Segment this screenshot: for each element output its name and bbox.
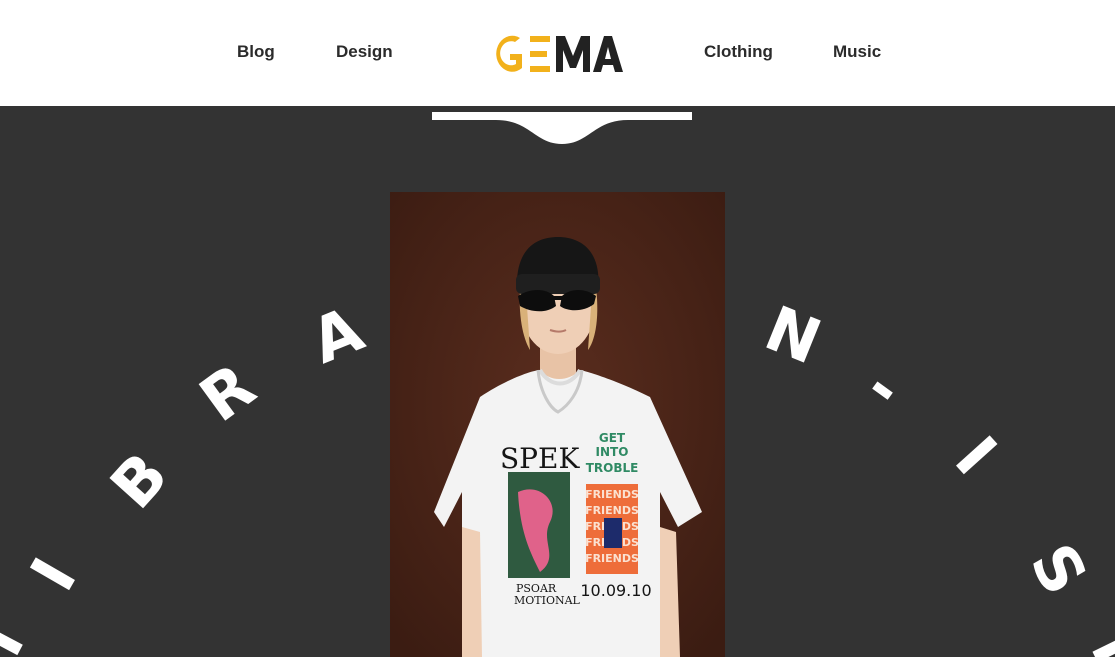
svg-text:FRIENDS: FRIENDS [585,488,639,501]
svg-text:10.09.10: 10.09.10 [580,581,651,600]
logo-bar-top [530,36,550,42]
site-header: Blog Design Clothing Music [0,0,1115,106]
nav-link-clothing[interactable]: Clothing [704,42,773,62]
gema-logo[interactable] [494,30,624,78]
svg-text:FRIENDS: FRIENDS [585,504,639,517]
svg-text:GET: GET [599,431,626,445]
svg-text:TROBLE: TROBLE [586,461,639,475]
logo-bar-bottom [530,66,550,72]
svg-text:SPEK: SPEK [500,442,580,475]
nav-link-music[interactable]: Music [833,42,881,62]
scroll-tab-icon[interactable] [430,106,694,148]
hero-photo: SPEK PSOAR MOTIONAL GET INTO TROBLE FRIE… [390,192,725,657]
logo-letter-g [496,35,522,72]
nav-link-design[interactable]: Design [336,42,393,62]
logo-bar-middle [530,51,547,57]
nav-link-blog[interactable]: Blog [237,42,275,62]
logo-letter-m [556,36,590,72]
svg-text:MOTIONAL: MOTIONAL [514,594,581,607]
svg-text:FRIENDS: FRIENDS [585,552,639,565]
svg-text:INTO: INTO [596,445,629,459]
logo-letter-a [593,36,623,72]
